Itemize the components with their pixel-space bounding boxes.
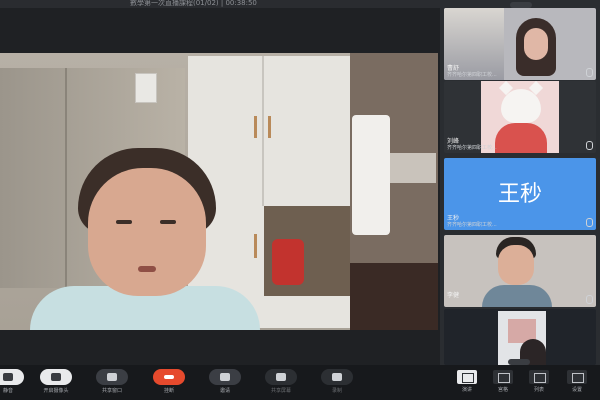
red-bag [272,239,304,285]
open-closet [350,53,438,330]
participant-org: 齐齐哈尔第四职工校... [447,222,497,228]
mic-icon [3,373,13,381]
grid-layout-button[interactable]: 宫格 [488,370,518,393]
share-screen-button[interactable]: 共享屏幕 [259,369,303,397]
camera-button[interactable]: 开启摄像头 [34,369,78,397]
hangup-icon [164,375,174,379]
mute-label: 静音 [2,388,13,394]
wall-poster [135,73,157,103]
record-icon [332,373,342,381]
speaker-layout-icon [462,373,474,383]
participant-name: 王秒 [447,215,460,222]
speaker-layout-button[interactable]: 演讲 [452,370,482,393]
meeting-toolbar: 静音 开启摄像头 共享窗口 挂断 邀请 共享屏幕 录制 演讲 宫格 列表 设置 [0,365,600,400]
hangup-button[interactable]: 挂断 [147,369,191,397]
list-label: 列表 [533,387,544,393]
camera-label: 开启摄像头 [43,388,69,394]
participant-tile[interactable]: 王秒 王秒 齐齐哈尔第四职工校... [444,158,596,230]
gear-icon [572,373,584,383]
camera-icon [51,373,61,381]
participant-org: 齐齐哈尔第四职工校... [447,72,497,78]
speaker-layout-label: 演讲 [461,387,472,393]
mic-icon [586,295,593,304]
mic-icon [586,68,593,77]
screen-icon [276,373,286,381]
share-window-label: 共享窗口 [101,388,122,394]
grid-layout-icon [498,373,510,383]
record-button[interactable]: 录制 [315,369,359,397]
mic-icon [586,218,593,227]
participant-tile[interactable]: 李健 [444,235,596,307]
share-window-button[interactable]: 共享窗口 [90,369,134,397]
speaker-person [30,148,260,330]
mute-button[interactable]: 静音 [0,369,30,397]
main-speaker-video[interactable] [0,53,438,330]
mic-icon [586,141,593,150]
meeting-title: 數學第一次直播課程(01/02) | 00:38:50 [130,0,257,7]
participant-tile[interactable] [444,309,596,365]
share-screen-icon [107,373,117,381]
invite-label: 邀请 [219,388,230,394]
hangup-label: 挂断 [163,388,174,394]
participant-name-card: 王秒 [497,182,542,207]
list-button[interactable]: 列表 [524,370,554,393]
settings-button[interactable]: 设置 [562,370,592,393]
invite-icon [220,373,230,381]
invite-button[interactable]: 邀请 [203,369,247,397]
share-screen-label: 共享屏幕 [270,388,291,394]
list-icon [534,373,546,383]
record-label: 录制 [331,388,342,394]
main-speaker-area [0,8,440,365]
participant-tile[interactable]: 曹舒 齐齐哈尔第四职工校... [444,8,596,80]
cat-avatar [481,81,559,153]
participant-name: 李健 [447,292,460,299]
title-bar: 數學第一次直播課程(01/02) | 00:38:50 [0,0,440,8]
participant-name: 曹舒 [447,65,460,72]
settings-label: 设置 [571,387,582,393]
participant-tile[interactable]: 刘峰 齐齐哈尔第四职工校... [444,81,596,153]
participant-name: 刘峰 [447,138,460,145]
grid-layout-label: 宫格 [497,387,508,393]
participant-org: 齐齐哈尔第四职工校... [447,145,497,151]
